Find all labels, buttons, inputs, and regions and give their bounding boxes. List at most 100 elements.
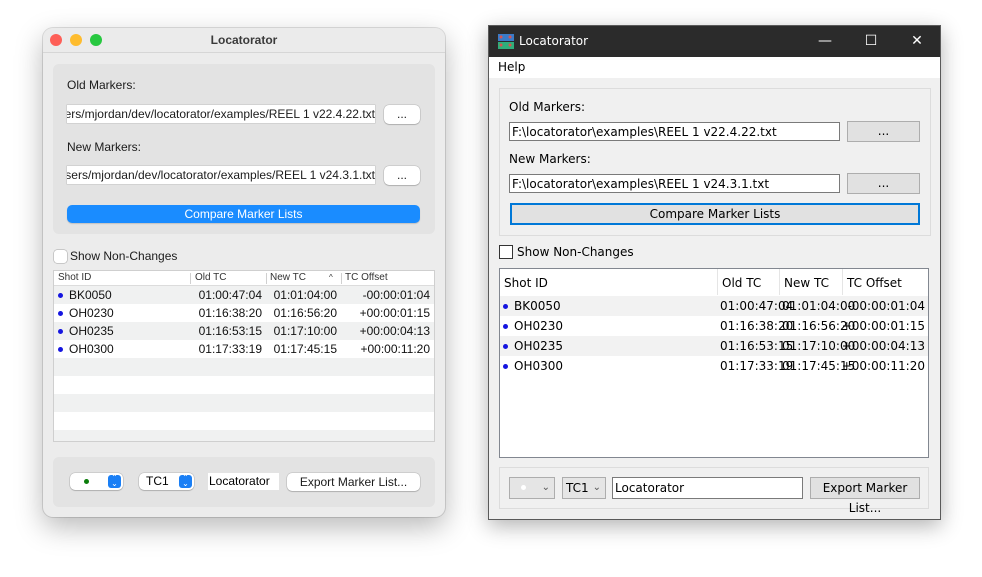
window-title: Locatorator — [210, 33, 278, 47]
win-title-bar[interactable]: Locatorator — ☐ ✕ — [489, 26, 940, 57]
new-markers-path-field[interactable]: F:\locatorator\examples\REEL 1 v24.3.1.t… — [509, 174, 840, 193]
maximize-button[interactable]: ☐ — [848, 26, 894, 57]
marker-name-field[interactable]: Locatorator — [208, 473, 279, 490]
track-select-value: TC1 — [566, 481, 589, 495]
menu-help[interactable]: Help — [498, 60, 525, 74]
cell-old: 01:00:47:04 — [198, 288, 262, 302]
marker-dot-icon — [58, 293, 63, 299]
cell-old: 01:16:38:20 — [198, 306, 262, 320]
new-markers-path-field[interactable]: sers/mjordan/dev/locatorator/examples/RE… — [67, 166, 375, 184]
track-select[interactable]: TC1 ⌃ ⌄ — [139, 473, 194, 490]
empty-table-row — [54, 430, 434, 441]
cell-old: 01:17:33:19 — [198, 342, 262, 356]
column-header-old-tc[interactable]: Old TC — [195, 272, 227, 283]
old-markers-label: Old Markers: — [67, 78, 136, 92]
cell-id: OH0230 — [58, 306, 114, 320]
table-header: Shot ID Old TC New TC ^ TC Offset — [500, 269, 928, 296]
green-dot-icon — [84, 479, 89, 484]
table-row[interactable]: OH0300 01:17:33:19 01:17:45:15 +00:00:11:20 — [500, 356, 928, 376]
cell-new: 01:17:45:15 — [273, 342, 337, 356]
browse-old-markers-button[interactable]: ... — [384, 105, 420, 124]
cell-offset: +00:00:11:20 — [360, 342, 430, 356]
markers-table[interactable]: Shot ID Old TC New TC ^ TC Offset BK0050… — [499, 268, 929, 458]
cell-new: 01:01:04:00 — [782, 299, 856, 313]
cell-offset: -00:00:01:04 — [362, 288, 430, 302]
new-markers-label: New Markers: — [67, 140, 142, 154]
marker-name-field[interactable]: Locatorator — [612, 477, 803, 499]
browse-new-markers-button[interactable]: ... — [847, 173, 920, 194]
mac-title-bar[interactable]: Locatorator — [43, 28, 445, 53]
table-header: Shot ID Old TC New TC ^ TC Offset — [54, 271, 434, 286]
browse-old-markers-button[interactable]: ... — [847, 121, 920, 142]
stepper-arrows-icon: ⌃ ⌄ — [108, 474, 121, 488]
cell-id: OH0300 — [503, 359, 563, 373]
shot-id-text: OH0230 — [514, 319, 564, 333]
column-header-tc-offset[interactable]: TC Offset — [847, 276, 902, 290]
cell-id: BK0050 — [503, 299, 561, 313]
marker-dot-icon — [58, 329, 63, 335]
empty-table-row — [54, 358, 434, 376]
table-row[interactable]: BK0050 01:00:47:04 01:01:04:00 -00:00:01:04 — [54, 286, 434, 304]
old-markers-path-field[interactable]: ers/mjordan/dev/locatorator/examples/REE… — [67, 105, 375, 123]
export-marker-list-button[interactable]: Export Marker List... — [287, 473, 420, 491]
table-row[interactable]: BK0050 01:00:47:04 01:01:04:00 -00:00:01:04 — [500, 296, 928, 316]
cell-offset: +00:00:01:15 — [359, 306, 430, 320]
track-select[interactable]: TC1 ⌄ — [562, 477, 606, 499]
show-non-changes-checkbox[interactable] — [499, 245, 513, 259]
table-row[interactable]: OH0300 01:17:33:19 01:17:45:15 +00:00:11:20 — [54, 340, 434, 358]
markers-table[interactable]: Shot ID Old TC New TC ^ TC Offset BK0050… — [53, 270, 435, 442]
column-header-old-tc[interactable]: Old TC — [722, 276, 761, 290]
close-button[interactable]: ✕ — [894, 26, 940, 57]
shot-id-text: OH0230 — [69, 306, 114, 320]
marker-color-select[interactable]: ⌃ ⌄ — [70, 473, 123, 490]
cell-id: OH0300 — [58, 342, 114, 356]
column-header-tc-offset[interactable]: TC Offset — [345, 272, 388, 283]
show-non-changes-label: Show Non-Changes — [70, 249, 178, 263]
table-row[interactable]: OH0230 01:16:38:20 01:16:56:20 +00:00:01:15 — [54, 304, 434, 322]
chevron-down-icon: ⌄ — [541, 482, 550, 493]
sort-ascending-icon: ^ — [805, 268, 813, 276]
marker-color-select[interactable]: ⌄ — [509, 477, 555, 499]
column-header-new-tc[interactable]: New TC — [784, 276, 829, 290]
old-markers-path-field[interactable]: F:\locatorator\examples\REEL 1 v22.4.22.… — [509, 122, 840, 141]
column-header-new-tc[interactable]: New TC — [270, 272, 306, 283]
empty-table-row — [54, 412, 434, 430]
compare-marker-lists-button[interactable]: Compare Marker Lists — [67, 205, 420, 223]
marker-dot-icon — [503, 324, 508, 329]
cell-old: 01:16:53:15 — [198, 324, 262, 338]
column-header-shot-id[interactable]: Shot ID — [58, 272, 91, 283]
cell-offset: +00:00:04:13 — [359, 324, 430, 338]
show-non-changes-checkbox[interactable] — [54, 250, 67, 263]
cell-offset: +00:00:11:20 — [841, 359, 925, 373]
table-row[interactable]: OH0235 01:16:53:15 01:17:10:00 +00:00:04:13 — [500, 336, 928, 356]
empty-table-row — [54, 376, 434, 394]
cell-id: OH0230 — [503, 319, 563, 333]
browse-new-markers-button[interactable]: ... — [384, 166, 420, 185]
sort-ascending-icon: ^ — [329, 273, 333, 282]
new-markers-label: New Markers: — [509, 152, 591, 166]
shot-id-text: OH0235 — [514, 339, 564, 353]
export-marker-list-button[interactable]: Export Marker List... — [810, 477, 920, 515]
cell-offset: -00:00:01:04 — [847, 299, 925, 313]
marker-dot-icon — [58, 311, 63, 317]
shot-id-text: OH0300 — [514, 359, 564, 373]
track-select-value: TC1 — [146, 474, 169, 488]
stepper-arrows-icon: ⌃ ⌄ — [179, 474, 192, 488]
cell-id: BK0050 — [58, 288, 112, 302]
cell-new: 01:17:10:00 — [273, 324, 337, 338]
cell-new: 01:16:56:20 — [273, 306, 337, 320]
compare-marker-lists-button[interactable]: Compare Marker Lists — [510, 203, 920, 225]
column-header-shot-id[interactable]: Shot ID — [504, 276, 548, 290]
empty-table-row — [54, 394, 434, 412]
shot-id-text: OH0235 — [69, 324, 114, 338]
cell-offset: +00:00:01:15 — [841, 319, 925, 333]
table-row[interactable]: OH0230 01:16:38:20 01:16:56:20 +00:00:01:15 — [500, 316, 928, 336]
shot-id-text: BK0050 — [69, 288, 112, 302]
windows-window: Locatorator — ☐ ✕ Help Old Markers: F:\l… — [488, 25, 941, 520]
menu-bar: Help — [489, 57, 940, 78]
minimize-button[interactable]: — — [802, 26, 848, 57]
marker-dot-icon — [503, 364, 508, 369]
table-row[interactable]: OH0235 01:16:53:15 01:17:10:00 +00:00:04:13 — [54, 322, 434, 340]
cell-id: OH0235 — [58, 324, 114, 338]
shot-id-text: OH0300 — [69, 342, 114, 356]
